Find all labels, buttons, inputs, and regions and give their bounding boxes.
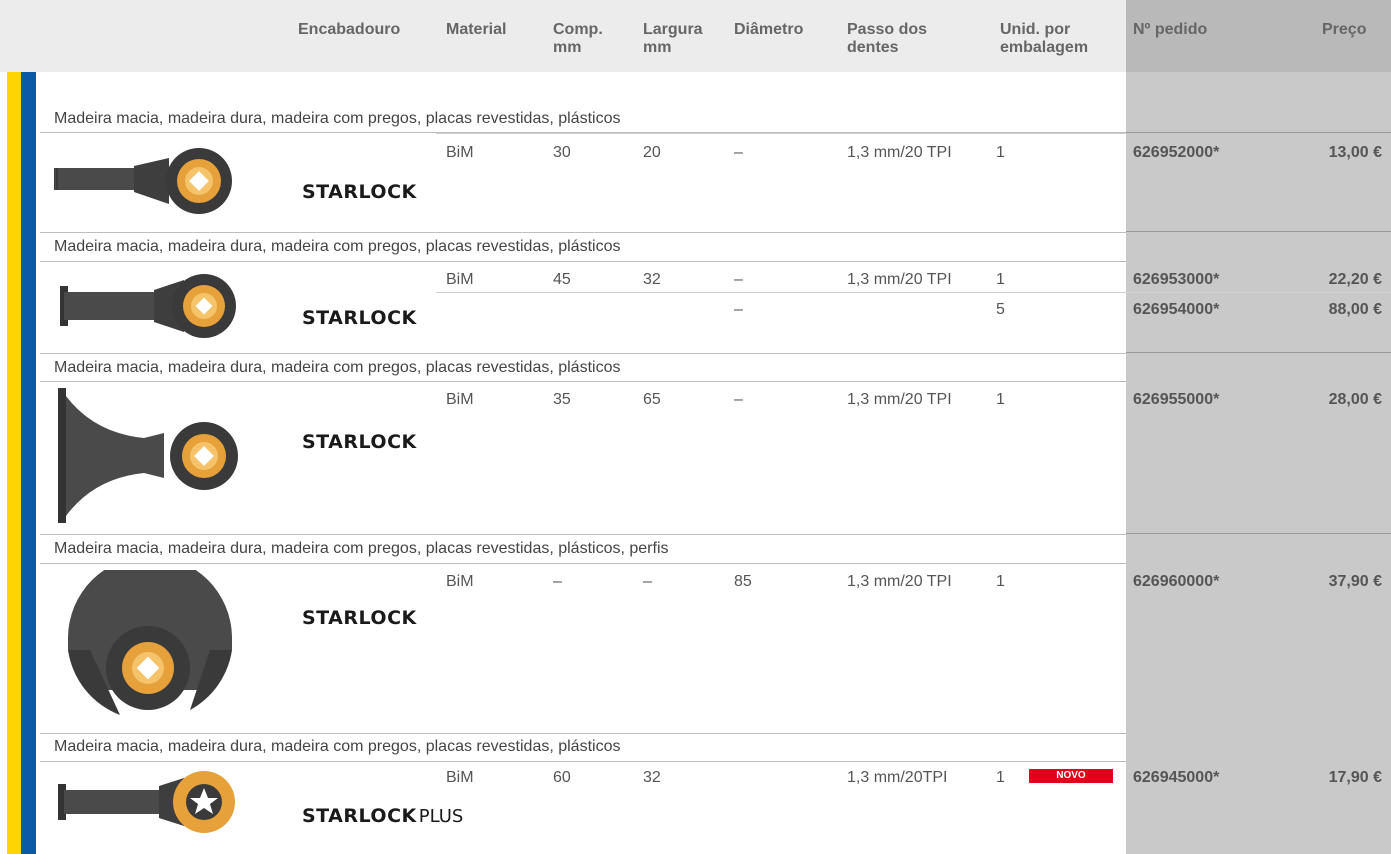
row-divider xyxy=(40,761,1126,762)
cell-passo: 1,3 mm/20 TPI xyxy=(847,573,952,590)
header-comp-line1: Comp. xyxy=(553,21,603,38)
cell-diametro: – xyxy=(734,144,743,161)
section-divider xyxy=(40,534,1126,535)
header-material: Material xyxy=(446,21,507,38)
cell-material: BiM xyxy=(446,144,474,161)
header-encabadouro: Encabadouro xyxy=(298,21,401,38)
header-passo: Passo dos dentes xyxy=(847,21,927,57)
cell-material: BiM xyxy=(446,573,474,590)
multitool-blade-segment-image xyxy=(68,570,232,715)
cell-largura: 20 xyxy=(643,144,661,161)
cell-comp: – xyxy=(553,573,562,590)
cell-largura: – xyxy=(643,573,652,590)
header-diametro: Diâmetro xyxy=(734,21,804,38)
section-title: Madeira macia, madeira dura, madeira com… xyxy=(54,359,621,376)
starlock-logo: STARLOCK xyxy=(302,431,417,453)
starlock-logo: STARLOCK xyxy=(302,181,417,203)
row-divider xyxy=(436,292,1391,293)
cell-unid: 1 xyxy=(996,769,1005,786)
section-title: Madeira macia, madeira dura, madeira com… xyxy=(54,540,669,557)
header-comp-line2: mm xyxy=(553,39,582,56)
multitool-blade-narrow-image xyxy=(54,148,232,214)
starlock-logo: STARLOCK xyxy=(302,307,417,329)
section-title: Madeira macia, madeira dura, madeira com… xyxy=(54,238,621,255)
section-divider xyxy=(40,733,1126,734)
cell-material: BiM xyxy=(446,271,474,288)
section-title: Madeira macia, madeira dura, madeira com… xyxy=(54,110,621,127)
cell-comp: 35 xyxy=(553,391,571,408)
price: 17,90 € xyxy=(1328,769,1382,786)
multitool-blade-medium-image xyxy=(60,274,236,338)
header-passo-line2: dentes xyxy=(847,39,899,56)
starlock-plus-logo: STARLOCK PLUS xyxy=(302,805,463,827)
section-divider xyxy=(40,353,1126,354)
cell-largura: 32 xyxy=(643,769,661,786)
cell-passo: 1,3 mm/20 TPI xyxy=(847,271,952,288)
header-passo-line1: Passo dos xyxy=(847,21,928,38)
cell-unid: 5 xyxy=(996,301,1005,318)
section-divider xyxy=(1126,231,1391,232)
cell-unid: 1 xyxy=(996,573,1005,590)
novo-badge: NOVO xyxy=(1029,769,1113,783)
cell-unid: 1 xyxy=(996,144,1005,161)
order-number[interactable]: 626945000* xyxy=(1133,768,1219,788)
header-largura: Largura mm xyxy=(643,21,703,57)
header-preco: Preço xyxy=(1322,21,1367,38)
starlock-logo-text: STARLOCK xyxy=(302,805,417,827)
order-number[interactable]: 626955000* xyxy=(1133,390,1219,410)
section-title: Madeira macia, madeira dura, madeira com… xyxy=(54,738,621,755)
price: 22,20 € xyxy=(1328,271,1382,288)
cell-comp: 45 xyxy=(553,271,571,288)
row-divider xyxy=(40,381,1126,382)
cell-material: BiM xyxy=(446,769,474,786)
section-divider xyxy=(1126,533,1391,534)
cell-diametro: – xyxy=(734,301,743,318)
cell-unid: 1 xyxy=(996,271,1005,288)
header-unid-line2: embalagem xyxy=(1000,39,1089,56)
cell-diametro: – xyxy=(734,391,743,408)
price: 37,90 € xyxy=(1328,573,1382,590)
header-pedido: Nº pedido xyxy=(1133,21,1208,38)
header-comp: Comp. mm xyxy=(553,21,603,57)
order-number[interactable]: 626953000* xyxy=(1133,270,1219,290)
header-unid: Unid. por embalagem xyxy=(1000,21,1088,57)
order-number[interactable]: 626954000* xyxy=(1133,300,1219,320)
multitool-blade-plus-image xyxy=(58,771,235,833)
row-divider xyxy=(40,563,1126,564)
cell-material: BiM xyxy=(446,391,474,408)
section-divider xyxy=(1126,352,1391,353)
cell-comp: 30 xyxy=(553,144,571,161)
price: 13,00 € xyxy=(1328,144,1382,161)
plus-logo-text: PLUS xyxy=(418,806,464,827)
section-divider xyxy=(40,232,1126,233)
yellow-category-stripe xyxy=(7,72,21,854)
cell-passo: 1,3 mm/20 TPI xyxy=(847,391,952,408)
header-unid-line1: Unid. por xyxy=(1000,21,1071,38)
cell-passo: 1,3 mm/20 TPI xyxy=(847,144,952,161)
order-number[interactable]: 626960000* xyxy=(1133,572,1219,592)
header-largura-line1: Largura xyxy=(643,21,703,38)
cell-largura: 32 xyxy=(643,271,661,288)
section-divider xyxy=(1126,132,1391,133)
cell-comp: 60 xyxy=(553,769,571,786)
header-largura-line2: mm xyxy=(643,39,672,56)
cell-unid: 1 xyxy=(996,391,1005,408)
order-column-background xyxy=(1126,0,1391,854)
starlock-logo: STARLOCK xyxy=(302,607,417,629)
blue-category-stripe xyxy=(21,72,36,854)
price: 88,00 € xyxy=(1328,301,1382,318)
cell-largura: 65 xyxy=(643,391,661,408)
row-divider xyxy=(436,133,1126,134)
cell-passo: 1,3 mm/20TPI xyxy=(847,769,948,786)
cell-diametro: 85 xyxy=(734,573,752,590)
price: 28,00 € xyxy=(1328,391,1382,408)
multitool-blade-wide-image xyxy=(58,388,238,523)
order-number[interactable]: 626952000* xyxy=(1133,143,1219,163)
row-divider xyxy=(40,261,1126,262)
cell-diametro: – xyxy=(734,271,743,288)
